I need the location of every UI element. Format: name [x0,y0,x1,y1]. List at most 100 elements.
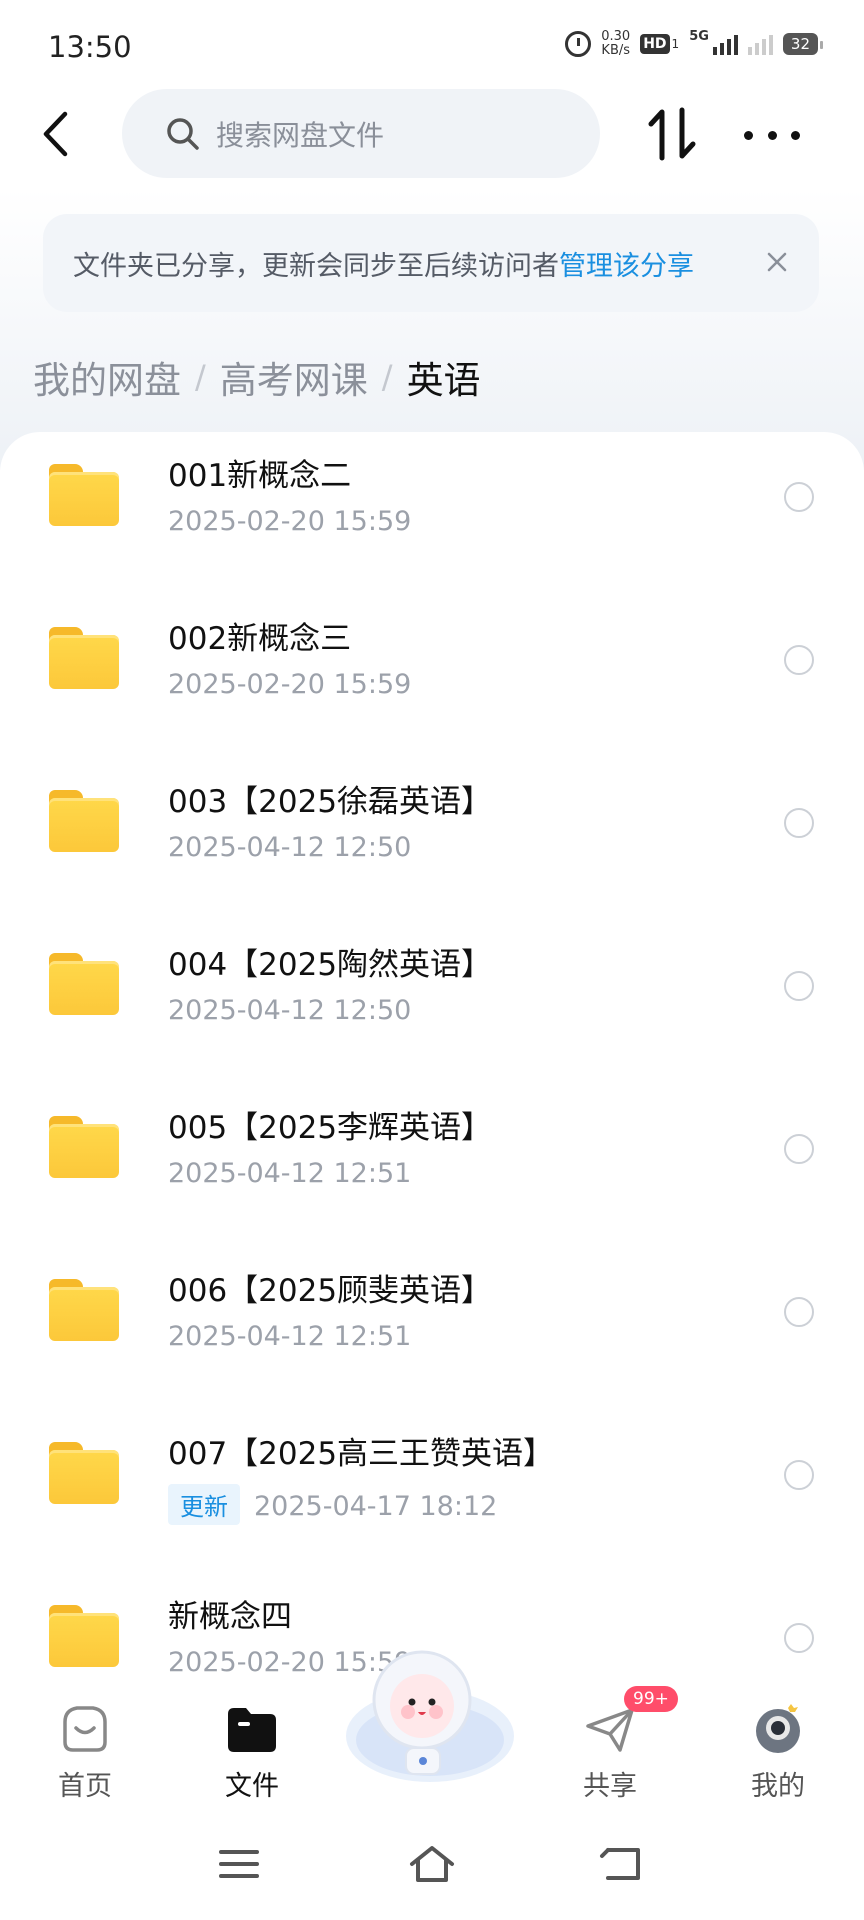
assistant-mascot-button[interactable] [340,1640,520,1790]
status-icons: 0.30 KB/s HD 1 5G 32 [565,28,824,58]
search-placeholder: 搜索网盘文件 [216,118,385,152]
folder-date: 2025-02-20 15:59 [168,669,411,700]
system-navigation-bar [0,1800,864,1920]
share-count-badge: 99+ [624,1686,678,1712]
folder-date: 2025-04-12 12:51 [168,1321,411,1352]
select-radio[interactable] [784,645,814,675]
breadcrumb-separator: / [195,358,206,396]
folder-row[interactable]: 001新概念二 2025-02-20 15:59 [0,432,864,595]
folder-name: 006【2025顾斐英语】 [168,1273,493,1309]
breadcrumb-item-my-drive[interactable]: 我的网盘 [33,350,181,404]
search-icon [167,117,199,150]
status-time: 13:50 [48,30,132,64]
nav-me-label: 我的 [751,1771,805,1802]
nav-home-label: 首页 [58,1771,112,1802]
folder-icon [49,1442,119,1504]
close-icon[interactable] [761,246,793,278]
select-radio[interactable] [784,482,814,512]
network-speed: 0.30 KB/s [601,30,630,58]
folder-icon [49,1605,119,1667]
network-speed-unit: KB/s [601,43,631,58]
folder-icon [49,790,119,852]
chevron-left-icon [43,111,68,157]
sort-button[interactable] [646,104,698,164]
select-radio[interactable] [784,1623,814,1653]
select-radio[interactable] [784,971,814,1001]
folder-date-text: 2025-04-12 12:50 [168,995,412,1026]
nav-files[interactable]: 文件 [192,1704,312,1803]
select-radio[interactable] [784,808,814,838]
nav-me[interactable]: 我的 [718,1704,838,1803]
folder-row[interactable]: 003【2025徐磊英语】 2025-04-12 12:50 [0,758,864,921]
send-icon [586,1708,634,1752]
folder-date-text: 2025-04-12 12:51 [168,1321,412,1352]
avatar [756,1704,800,1753]
hd-icon: HD [640,34,670,54]
folder-date: 2025-04-12 12:50 [168,995,411,1026]
breadcrumb-item-gaokao[interactable]: 高考网课 [220,350,368,404]
nav-share-label: 共享 [583,1771,637,1802]
home-button-icon[interactable] [406,1842,458,1886]
folder-name: 005【2025李辉英语】 [168,1110,493,1146]
folder-date: 2025-02-20 15:59 [168,506,411,537]
folder-icon [49,464,119,526]
signal-secondary-icon [747,33,773,55]
home-icon [63,1706,107,1752]
breadcrumb: 我的网盘 / 高考网课 / 英语 [33,350,481,404]
battery-icon: 32 [782,33,824,55]
folder-date-text: 2025-04-12 12:51 [168,1158,412,1189]
folder-date: 2025-04-12 12:51 [168,1158,411,1189]
share-notice-text: 文件夹已分享，更新会同步至后续访问者 [73,250,559,282]
folder-icon [49,627,119,689]
status-bar: 13:50 0.30 KB/s HD 1 5G 32 [0,0,864,96]
folder-row[interactable]: 002新概念三 2025-02-20 15:59 [0,595,864,758]
folder-date-text: 2025-02-20 15:59 [168,669,412,700]
network-speed-value: 0.30 [601,29,631,44]
hd-sub-label: 1 [671,37,680,51]
folder-date-text: 2025-04-12 12:50 [168,832,412,863]
folder-row[interactable]: 007【2025高三王赞英语】更新 2025-04-17 18:12 [0,1410,864,1573]
folder-row[interactable]: 005【2025李辉英语】 2025-04-12 12:51 [0,1084,864,1247]
select-radio[interactable] [784,1134,814,1164]
folder-row[interactable]: 004【2025陶然英语】 2025-04-12 12:50 [0,921,864,1084]
signal-icon [712,33,738,55]
folder-name: 001新概念二 [168,458,352,494]
file-list: 001新概念二 2025-02-20 15:59 002新概念三 2025-02-20… [0,432,864,1682]
folder-name: 002新概念三 [168,621,352,657]
network-type: 5G [689,28,709,44]
more-dot-icon [744,130,753,140]
folder-name: 007【2025高三王赞英语】 [168,1436,555,1472]
folder-icon [228,1708,276,1752]
folder-date-text: 2025-02-20 15:59 [168,506,412,537]
nav-home[interactable]: 首页 [25,1704,145,1803]
menu-icon[interactable] [213,1842,265,1886]
folder-date: 2025-04-12 12:50 [168,832,411,863]
breadcrumb-current: 英语 [406,359,481,402]
more-dot-icon [791,130,800,140]
search-bar[interactable]: 搜索网盘文件 [122,89,600,178]
folder-icon [49,1279,119,1341]
select-radio[interactable] [784,1297,814,1327]
folder-name: 003【2025徐磊英语】 [168,784,493,820]
folder-name: 004【2025陶然英语】 [168,947,493,983]
manage-share-link[interactable]: 管理该分享 [559,244,694,283]
folder-name: 新概念四 [168,1599,292,1635]
folder-icon [49,1116,119,1178]
select-radio[interactable] [784,1460,814,1490]
breadcrumb-separator: / [381,358,393,396]
alarm-icon [565,31,592,57]
sort-icon [648,107,696,161]
more-dot-icon [767,130,777,140]
mascot-astronaut-icon [346,1650,514,1782]
folder-date-text: 2025-04-17 18:12 [254,1491,498,1522]
update-badge: 更新 [168,1484,240,1525]
nav-files-label: 文件 [225,1771,279,1802]
back-button[interactable] [30,104,80,164]
folder-icon [49,953,119,1015]
nav-share[interactable]: 共享 [550,1704,670,1803]
back-system-icon[interactable] [598,1842,650,1886]
more-options-button[interactable] [744,115,800,155]
share-notice-banner: 文件夹已分享，更新会同步至后续访问者 管理该分享 [43,214,819,312]
folder-row[interactable]: 006【2025顾斐英语】 2025-04-12 12:51 [0,1247,864,1410]
folder-date: 更新 2025-04-17 18:12 [168,1484,497,1525]
